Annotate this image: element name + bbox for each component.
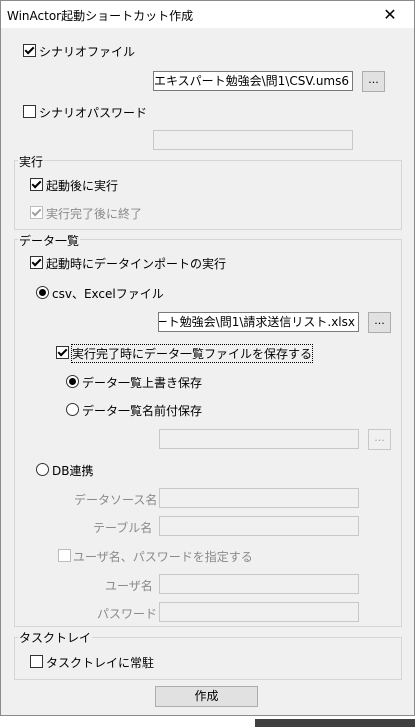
save-on-complete-checkbox[interactable]: [56, 346, 69, 359]
save-on-complete-label: 実行完了時にデータ一覧ファイルを保存する: [70, 344, 314, 363]
db-link-label: DB連携: [52, 464, 94, 478]
table-label: テーブル名: [93, 521, 153, 535]
window-title: WinActor起動ショートカット作成: [7, 9, 194, 23]
run-after-start-checkbox[interactable]: [30, 178, 43, 191]
scenario-password-field[interactable]: [153, 130, 353, 150]
table-field[interactable]: [159, 516, 359, 536]
import-on-start-label: 起動時にデータインポートの実行: [46, 257, 227, 271]
close-button[interactable]: ✕: [368, 1, 412, 28]
datasource-field[interactable]: [159, 488, 359, 508]
dialog-window: WinActor起動ショートカット作成 ✕ シナリオファイル 部\エキスパート勉…: [0, 0, 415, 716]
overwrite-save-radio[interactable]: [66, 375, 79, 388]
data-list-group-title: データ一覧: [18, 232, 81, 249]
scenario-password-label: シナリオパスワード: [39, 106, 148, 120]
tasktray-group-title: タスクトレイ: [18, 629, 93, 646]
overwrite-save-label: データ一覧上書き保存: [82, 376, 203, 390]
title-bar: WinActor起動ショートカット作成 ✕: [1, 1, 414, 28]
scenario-file-label: シナリオファイル: [39, 45, 136, 59]
background-dark-area: [255, 719, 415, 727]
save-as-path-field[interactable]: [159, 429, 359, 449]
specify-credentials-label: ユーザ名、パスワードを指定する: [73, 550, 253, 564]
datasource-label: データソース名: [74, 493, 158, 507]
scenario-file-checkbox[interactable]: [23, 44, 36, 57]
db-link-radio[interactable]: [36, 463, 49, 476]
import-on-start-checkbox[interactable]: [30, 256, 43, 269]
scenario-file-path-field[interactable]: 部\エキスパート勉強会\問1\CSV.ums6: [153, 71, 353, 91]
csv-excel-path-field[interactable]: パート勉強会\問1\請求送信リスト.xlsx: [158, 312, 359, 332]
scenario-file-browse-button[interactable]: ...: [362, 71, 385, 92]
save-as-browse-button[interactable]: ...: [368, 429, 391, 450]
username-label: ユーザ名: [105, 579, 153, 593]
username-field[interactable]: [159, 574, 359, 594]
tasktray-resident-label: タスクトレイに常駐: [46, 656, 155, 670]
create-button[interactable]: 作成: [155, 686, 258, 707]
background-strip: [0, 716, 415, 727]
specify-credentials-checkbox[interactable]: [58, 549, 71, 562]
scenario-password-checkbox[interactable]: [23, 105, 36, 118]
tasktray-resident-checkbox[interactable]: [30, 655, 43, 668]
csv-excel-browse-button[interactable]: ...: [368, 312, 391, 333]
save-as-radio[interactable]: [66, 403, 79, 416]
csv-excel-label: csv、Excelファイル: [52, 287, 164, 301]
csv-excel-radio[interactable]: [36, 286, 49, 299]
run-after-start-label: 起動後に実行: [46, 179, 119, 193]
save-as-label: データ一覧名前付保存: [82, 404, 203, 418]
exit-after-run-checkbox[interactable]: [30, 206, 43, 219]
password-label: パスワード: [97, 607, 158, 621]
execute-group-title: 実行: [18, 153, 45, 170]
password-field[interactable]: [159, 602, 359, 622]
exit-after-run-label: 実行完了後に終了: [46, 207, 143, 221]
